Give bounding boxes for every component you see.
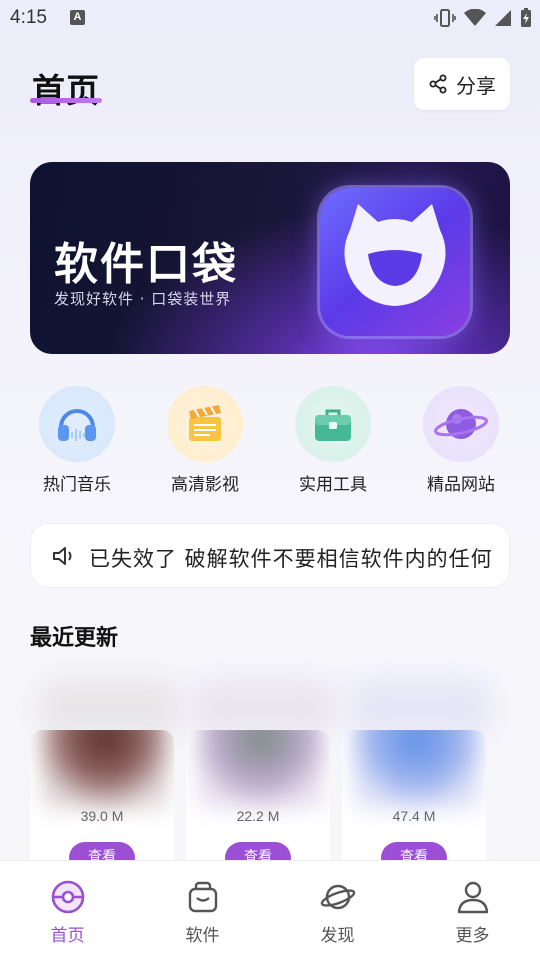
quick-link-tools[interactable]: 实用工具 [278, 386, 388, 496]
nav-label: 首页 [50, 926, 85, 946]
quick-link-label: 精品网站 [427, 475, 495, 495]
quick-link-websites[interactable]: 精品网站 [406, 386, 516, 496]
card-blur [38, 678, 182, 738]
quick-link-video[interactable]: 高清影视 [150, 386, 260, 496]
section-title: 最近更新 [30, 626, 119, 651]
app-logo-icon [320, 188, 470, 336]
share-icon [429, 74, 447, 94]
share-button[interactable]: 分享 [414, 58, 510, 110]
app-thumbnail [40, 730, 170, 810]
nav-label: 发现 [320, 926, 355, 946]
banner-title: 软件口袋 [54, 239, 238, 290]
wifi-icon [464, 9, 486, 26]
card-size: 47.4 M [392, 808, 436, 824]
headphones-icon [39, 386, 115, 462]
quick-link-label: 高清影视 [171, 475, 239, 495]
banner[interactable]: 软件口袋 发现好软件 · 口袋装世界 [30, 162, 510, 354]
quick-link-label: 实用工具 [299, 475, 367, 495]
status-icons [434, 7, 532, 29]
notice-bar[interactable]: 已失效了 破解软件不要相信软件内的任何 [30, 523, 510, 588]
planet-icon [320, 884, 356, 910]
notification-icon: A [70, 10, 85, 25]
card-size: 22.2 M [236, 808, 280, 824]
nav-home[interactable]: 首页 [0, 861, 135, 960]
battery-icon [521, 8, 531, 27]
nav-more[interactable]: 更多 [405, 861, 540, 960]
planet-icon [423, 386, 499, 462]
nav-software[interactable]: 软件 [135, 861, 270, 960]
card-blur [348, 678, 492, 738]
app-thumbnail [196, 730, 326, 810]
banner-subtitle: 发现好软件 · 口袋装世界 [54, 290, 232, 308]
card-size: 39.0 M [80, 808, 124, 824]
card-blur [192, 678, 336, 738]
nav-label: 更多 [455, 926, 490, 946]
status-time: 4:15 [10, 7, 47, 28]
speaker-icon [53, 547, 72, 565]
home-icon [51, 880, 85, 914]
bag-icon [188, 881, 218, 913]
user-icon [457, 881, 489, 914]
quick-link-music[interactable]: 热门音乐 [22, 386, 132, 496]
signal-icon [495, 10, 511, 26]
app-thumbnail [352, 730, 482, 810]
notice-text: 已失效了 破解软件不要相信软件内的任何 [89, 547, 493, 571]
share-label: 分享 [456, 73, 496, 98]
vibrate-icon [434, 9, 456, 27]
status-bar: 4:15 A [0, 0, 540, 36]
nav-label: 软件 [185, 926, 220, 946]
quick-link-label: 热门音乐 [43, 475, 111, 495]
clapperboard-icon [167, 386, 243, 462]
page-title: 首页 [32, 71, 100, 110]
bottom-nav: 首页 软件 发现 更多 [0, 860, 540, 960]
nav-discover[interactable]: 发现 [270, 861, 405, 960]
toolbox-icon [295, 386, 371, 462]
title-underline [30, 98, 102, 103]
